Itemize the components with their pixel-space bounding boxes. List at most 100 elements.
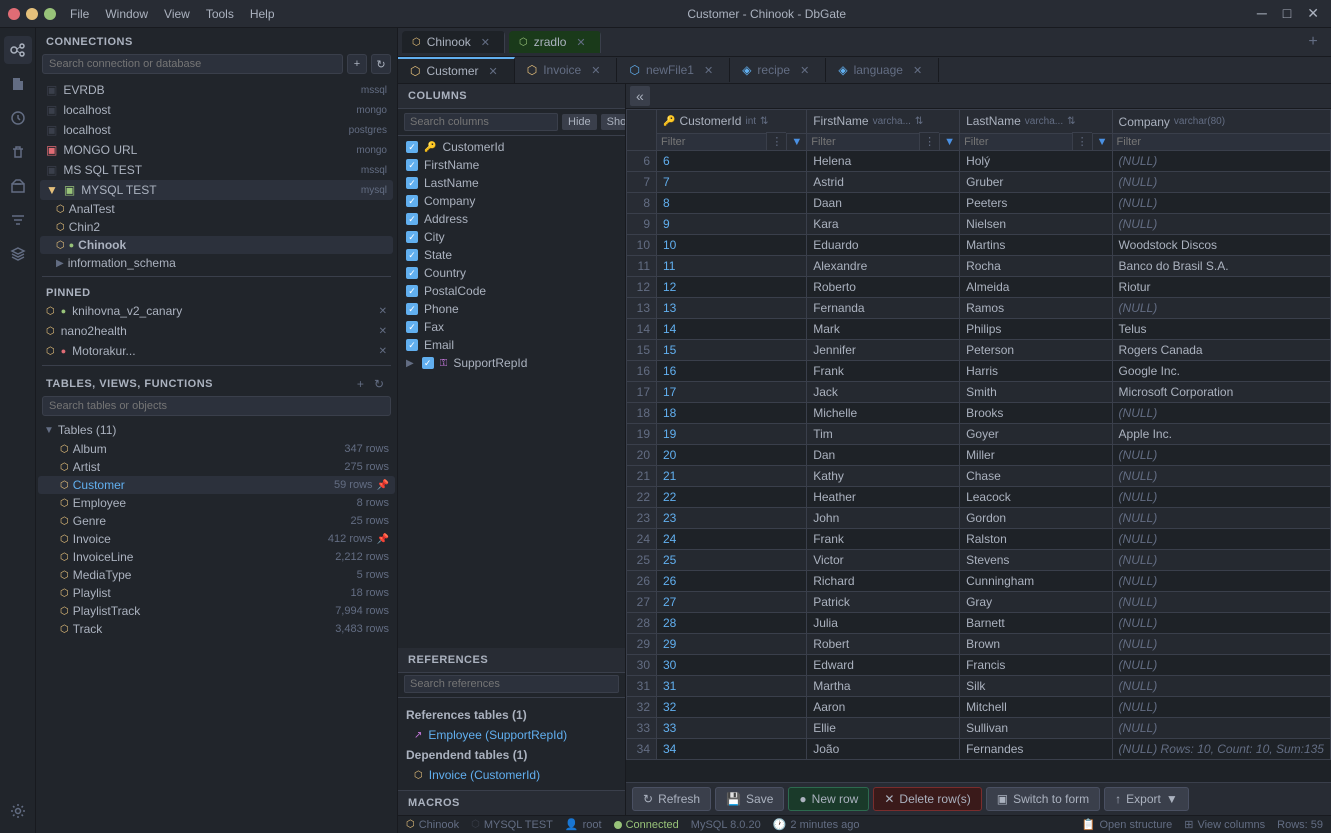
table-row[interactable]: 2929RobertBrown(NULL) [627,634,1331,655]
cell-lastname[interactable]: Nielsen [960,214,1112,235]
filter-firstname[interactable] [807,133,919,150]
cell-lastname[interactable]: Ralston [960,529,1112,550]
cell-company[interactable]: (NULL) [1112,403,1330,424]
conn-item-mongo-url[interactable]: ▣ MONGO URL mongo [40,140,393,160]
cell-company[interactable]: (NULL) Rows: 10, Count: 10, Sum:135 [1112,739,1330,760]
table-row[interactable]: 2323JohnGordon(NULL) [627,508,1331,529]
sidebar-trash-icon[interactable] [4,138,32,166]
cell-lastname[interactable]: Peeters [960,193,1112,214]
table-item-artist[interactable]: ⬡ Artist 275 rows [38,458,395,476]
filter-active-button[interactable]: ▼ [1092,133,1112,150]
open-structure-link[interactable]: 📋 Open structure [1082,818,1172,831]
cell-firstname[interactable]: Tim [807,424,960,445]
col-item-email[interactable]: ✓ Email [398,336,625,354]
table-item-invoice[interactable]: ⬡ Invoice 412 rows 📌 [38,530,395,548]
cell-company[interactable]: Google Inc. [1112,361,1330,382]
cell-customerid[interactable]: 7 [657,172,807,193]
col-checkbox[interactable]: ✓ [406,213,418,225]
menu-help[interactable]: Help [244,5,281,23]
table-row[interactable]: 1919TimGoyerApple Inc. [627,424,1331,445]
pinned-item-0[interactable]: ⬡ ● knihovna_v2_canary ✕ [40,301,393,321]
cell-firstname[interactable]: Patrick [807,592,960,613]
cell-customerid[interactable]: 9 [657,214,807,235]
table-row[interactable]: 2020DanMiller(NULL) [627,445,1331,466]
col-checkbox[interactable]: ✓ [406,141,418,153]
cell-company[interactable]: (NULL) [1112,718,1330,739]
menu-tools[interactable]: Tools [200,5,240,23]
table-row[interactable]: 3232AaronMitchell(NULL) [627,697,1331,718]
col-checkbox[interactable]: ✓ [406,231,418,243]
collapse-panel-button[interactable]: « [630,86,650,106]
minimize-button[interactable]: ─ [1253,5,1271,22]
cell-customerid[interactable]: 23 [657,508,807,529]
col-checkbox[interactable]: ✓ [406,195,418,207]
save-button[interactable]: 💾 Save [715,787,784,811]
filter-active-button[interactable]: ▼ [939,133,959,150]
sidebar-filter-icon[interactable] [4,206,32,234]
cell-lastname[interactable]: Brooks [960,403,1112,424]
table-row[interactable]: 66HelenaHolý(NULL) [627,151,1331,172]
table-row[interactable]: 2424FrankRalston(NULL) [627,529,1331,550]
cell-customerid[interactable]: 26 [657,571,807,592]
add-table-button[interactable]: + [354,376,367,392]
cell-firstname[interactable]: João [807,739,960,760]
table-item-invoiceline[interactable]: ⬡ InvoiceLine 2,212 rows [38,548,395,566]
cell-company[interactable]: (NULL) [1112,571,1330,592]
search-connection-input[interactable] [42,54,343,74]
search-columns-input[interactable] [404,113,558,131]
menu-view[interactable]: View [158,5,196,23]
col-item-company[interactable]: ✓ Company [398,192,625,210]
dep-invoice[interactable]: ⬡ Invoice (CustomerId) [398,766,625,784]
cell-company[interactable]: Riotur [1112,277,1330,298]
col-checkbox[interactable]: ✓ [406,285,418,297]
sidebar-settings-icon[interactable] [4,797,32,825]
cell-firstname[interactable]: Robert [807,634,960,655]
cell-firstname[interactable]: Jack [807,382,960,403]
cell-company[interactable]: Rogers Canada [1112,340,1330,361]
cell-company[interactable]: (NULL) [1112,697,1330,718]
cell-company[interactable]: (NULL) [1112,529,1330,550]
pinned-item-1[interactable]: ⬡ nano2health ✕ [40,321,393,341]
refresh-tables-button[interactable]: ↻ [371,376,387,392]
sidebar-connections-icon[interactable] [4,36,32,64]
cell-firstname[interactable]: Aaron [807,697,960,718]
cell-customerid[interactable]: 31 [657,676,807,697]
cell-lastname[interactable]: Miller [960,445,1112,466]
unpin-button[interactable]: ✕ [379,346,387,357]
tab-language[interactable]: ◈ language ✕ [826,58,939,82]
cell-company[interactable]: (NULL) [1112,445,1330,466]
filter-company[interactable] [1113,133,1330,150]
table-row[interactable]: 1111AlexandreRochaBanco do Brasil S.A. [627,256,1331,277]
cell-company[interactable]: Microsoft Corporation [1112,382,1330,403]
conn-item-localhost-mongo[interactable]: ▣ localhost mongo [40,100,393,120]
add-connection-button[interactable]: + [347,54,367,74]
table-row[interactable]: 1515JenniferPetersonRogers Canada [627,340,1331,361]
table-row[interactable]: 3030EdwardFrancis(NULL) [627,655,1331,676]
cell-customerid[interactable]: 16 [657,361,807,382]
db-item-analtest[interactable]: ⬡ AnalTest [40,200,393,218]
cell-lastname[interactable]: Brown [960,634,1112,655]
new-row-button[interactable]: ● New row [788,787,869,811]
view-columns-link[interactable]: ⊞ View columns [1184,818,1265,831]
cell-firstname[interactable]: Julia [807,613,960,634]
filter-customerid[interactable] [657,133,766,150]
cell-company[interactable]: (NULL) [1112,508,1330,529]
cell-company[interactable]: (NULL) [1112,550,1330,571]
col-item-state[interactable]: ✓ State [398,246,625,264]
table-item-playlist[interactable]: ⬡ Playlist 18 rows [38,584,395,602]
table-item-customer[interactable]: ⬡ Customer 59 rows 📌 [38,476,395,494]
cell-company[interactable]: (NULL) [1112,676,1330,697]
table-row[interactable]: 1313FernandaRamos(NULL) [627,298,1331,319]
table-item-mediatype[interactable]: ⬡ MediaType 5 rows [38,566,395,584]
cell-lastname[interactable]: Martins [960,235,1112,256]
cell-customerid[interactable]: 28 [657,613,807,634]
cell-company[interactable]: (NULL) [1112,466,1330,487]
cell-company[interactable]: (NULL) [1112,592,1330,613]
pinned-item-2[interactable]: ⬡ ● Motorakur... ✕ [40,341,393,361]
th-sort-icon[interactable]: ⇅ [760,116,768,127]
table-row[interactable]: 1818MichelleBrooks(NULL) [627,403,1331,424]
cell-firstname[interactable]: Martha [807,676,960,697]
table-row[interactable]: 2222HeatherLeacock(NULL) [627,487,1331,508]
db-item-info-schema[interactable]: ▶ information_schema [40,254,393,272]
unpin-button[interactable]: ✕ [379,326,387,337]
